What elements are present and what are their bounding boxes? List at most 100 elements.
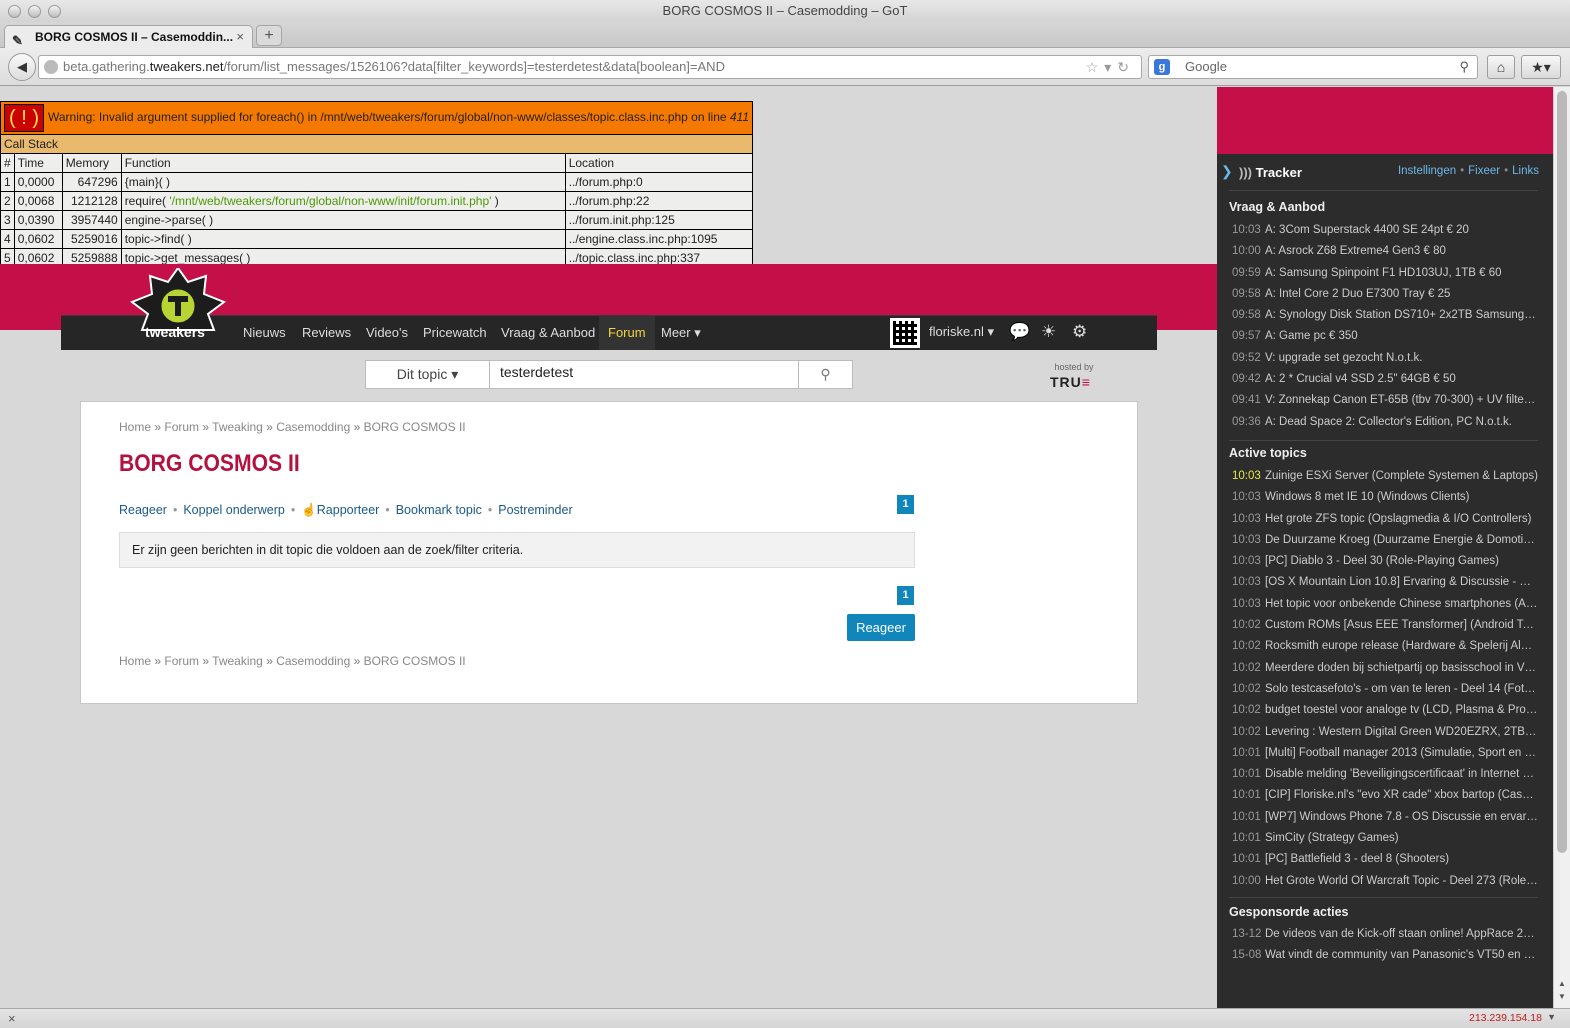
links-link[interactable]: Links bbox=[1512, 165, 1539, 177]
scroll-down-icon[interactable]: ▼ bbox=[1558, 992, 1566, 1001]
tracker-item[interactable]: 10:03 [OS X Mountain Lion 10.8] Ervaring … bbox=[1232, 572, 1538, 593]
google-icon[interactable]: g bbox=[1154, 59, 1170, 75]
bookmark-star-icon[interactable]: ☆▾↻ bbox=[1086, 56, 1135, 78]
close-icon[interactable]: × bbox=[8, 1011, 16, 1026]
tracker-item[interactable]: 10:01 [PC] Battlefield 3 - deel 8 (Shoote… bbox=[1232, 849, 1538, 870]
tracker-item[interactable]: 10:02 Rocksmith europe release (Hardware … bbox=[1232, 636, 1538, 657]
page-number-top[interactable]: 1 bbox=[897, 495, 914, 514]
zoom-window-button[interactable] bbox=[48, 5, 61, 18]
home-button[interactable]: ⌂ bbox=[1487, 55, 1515, 79]
tracker-item[interactable]: 09:58 A: Synology Disk Station DS710+ 2x2… bbox=[1232, 305, 1538, 326]
bookmark-topic-link[interactable]: Bookmark topic bbox=[396, 503, 482, 517]
scroll-thumb[interactable] bbox=[1557, 91, 1567, 853]
breadcrumb-home[interactable]: Home bbox=[119, 420, 151, 434]
tracker-item[interactable]: 09:52 V: upgrade set gezocht N.o.t.k. bbox=[1232, 348, 1538, 369]
tab-close-icon[interactable]: × bbox=[236, 26, 244, 48]
nav-vraag-aanbod[interactable]: Vraag & Aanbod bbox=[492, 316, 604, 350]
search-scope-select[interactable]: Dit topic ▾ bbox=[365, 360, 490, 389]
postreminder-link[interactable]: Postreminder bbox=[498, 503, 572, 517]
fixeer-link[interactable]: Fixeer bbox=[1468, 165, 1500, 177]
back-button[interactable]: ◀ bbox=[8, 53, 36, 81]
table-row: 2 0,0068 1212128 require( '/mnt/web/twea… bbox=[0, 191, 754, 211]
tracker-item[interactable]: 10:01 Disable melding 'Beveiligingscertif… bbox=[1232, 764, 1538, 785]
true-logo[interactable]: TRU≡ bbox=[1050, 374, 1091, 390]
breadcrumb-topic[interactable]: BORG COSMOS II bbox=[364, 420, 466, 434]
tracker-item[interactable]: 10:02 Levering : Western Digital Green WD… bbox=[1232, 722, 1538, 743]
user-menu[interactable]: floriske.nl ▾ bbox=[929, 324, 994, 340]
site-identity-icon[interactable] bbox=[44, 60, 58, 74]
tracker-item[interactable]: 10:03 A: 3Com Superstack 4400 SE 24pt € 2… bbox=[1232, 220, 1538, 241]
tracker-item[interactable]: 10:03 [PC] Diablo 3 - Deel 30 (Role-Playi… bbox=[1232, 551, 1538, 572]
tracker-item-text: [OS X Mountain Lion 10.8] Ervaring & Dis… bbox=[1265, 576, 1538, 589]
qr-code-icon[interactable] bbox=[890, 318, 920, 348]
tracker-item[interactable]: 10:00 Het Grote World Of Warcraft Topic -… bbox=[1232, 871, 1538, 892]
tracker-item[interactable]: 10:01 [CIP] Floriske.nl's "evo XR cade" x… bbox=[1232, 785, 1538, 806]
tracker-item[interactable]: 10:02 budget toestel voor analoge tv (LCD… bbox=[1232, 700, 1538, 721]
tracker-item[interactable]: 09:58 A: Intel Core 2 Duo E7300 Tray € 25 bbox=[1232, 284, 1538, 305]
tracker-item[interactable]: 09:57 A: Game pc € 350 bbox=[1232, 326, 1538, 347]
tracker-item[interactable]: 09:36 A: Dead Space 2: Collector's Editio… bbox=[1232, 412, 1538, 433]
tracker-item[interactable]: 10:00 A: Asrock Z68 Extreme4 Gen3 € 80 bbox=[1232, 241, 1538, 262]
close-window-button[interactable] bbox=[8, 5, 21, 18]
tracker-item[interactable]: 10:01 [Multi] Football manager 2013 (Simu… bbox=[1232, 743, 1538, 764]
tracker-item[interactable]: 10:01 [WP7] Windows Phone 7.8 - OS Discus… bbox=[1232, 807, 1538, 828]
nav-videos[interactable]: Video's bbox=[357, 316, 417, 350]
tracker-item[interactable]: 10:02 Custom ROMs [Asus EEE Transformer] … bbox=[1232, 615, 1538, 636]
tracker-item[interactable]: 13-12 De videos van de Kick-off staan onl… bbox=[1232, 924, 1538, 945]
new-tab-button[interactable]: + bbox=[256, 25, 282, 46]
tracker-item[interactable]: 10:02 Solo testcasefoto's - om van te ler… bbox=[1232, 679, 1538, 700]
reageer-button[interactable]: Reageer bbox=[847, 614, 915, 641]
tracker-item-time: 09:42 bbox=[1232, 373, 1261, 386]
tab-active[interactable]: ✎ BORG COSMOS II – Casemoddin... × bbox=[4, 25, 253, 49]
site-search-button[interactable]: ⚲ bbox=[798, 360, 853, 389]
breadcrumb-bottom: Home » Forum » Tweaking » Casemodding » … bbox=[119, 654, 466, 668]
breadcrumb-tweaking[interactable]: Tweaking bbox=[212, 654, 263, 668]
tracker-item[interactable]: 10:03 Zuinige ESXi Server (Complete Syste… bbox=[1232, 466, 1538, 487]
koppel-onderwerp-link[interactable]: Koppel onderwerp bbox=[183, 503, 284, 517]
tracker-item-text: A: 3Com Superstack 4400 SE 24pt € 20 bbox=[1265, 224, 1469, 236]
nav-pricewatch[interactable]: Pricewatch bbox=[414, 316, 496, 350]
tracker-item[interactable]: 15-08 Wat vindt de community van Panasoni… bbox=[1232, 945, 1538, 966]
breadcrumb-topic[interactable]: BORG COSMOS II bbox=[364, 654, 466, 668]
gear-icon[interactable]: ⚙ bbox=[1072, 322, 1087, 342]
search-bar[interactable]: g Google ⚲ bbox=[1148, 55, 1478, 79]
nav-reviews[interactable]: Reviews bbox=[293, 316, 360, 350]
tracker-item[interactable]: 10:03 Het topic voor onbekende Chinese sm… bbox=[1232, 594, 1538, 615]
tracker-item[interactable]: 10:03 De Duurzame Kroeg (Duurzame Energie… bbox=[1232, 530, 1538, 551]
breadcrumb-home[interactable]: Home bbox=[119, 654, 151, 668]
magnifier-icon[interactable]: ⚲ bbox=[1459, 56, 1469, 78]
brightness-icon[interactable]: ☀ bbox=[1041, 322, 1056, 342]
nav-forum[interactable]: Forum bbox=[599, 316, 655, 350]
tracker-item[interactable]: 10:03 Windows 8 met IE 10 (Windows Client… bbox=[1232, 487, 1538, 508]
page-number-bottom[interactable]: 1 bbox=[897, 586, 914, 605]
section-title: Active topics bbox=[1229, 446, 1307, 460]
breadcrumb-forum[interactable]: Forum bbox=[164, 654, 199, 668]
site-search-input[interactable]: testerdetest bbox=[489, 360, 799, 389]
breadcrumb-tweaking[interactable]: Tweaking bbox=[212, 420, 263, 434]
instellingen-link[interactable]: Instellingen bbox=[1398, 165, 1456, 177]
breadcrumb-casemodding[interactable]: Casemodding bbox=[276, 420, 350, 434]
minimize-window-button[interactable] bbox=[28, 5, 41, 18]
nav-nieuws[interactable]: Nieuws bbox=[234, 316, 295, 350]
tracker-item[interactable]: 09:41 V: Zonnekap Canon ET-65B (tbv 70-30… bbox=[1232, 390, 1538, 411]
tracker-item[interactable]: 09:42 A: 2 * Crucial v4 SSD 2.5" 64GB € 5… bbox=[1232, 369, 1538, 390]
tracker-item-text: [PC] Battlefield 3 - deel 8 (Shooters) bbox=[1265, 853, 1450, 866]
breadcrumb-forum[interactable]: Forum bbox=[164, 420, 199, 434]
bookmarks-button[interactable]: ★▾ bbox=[1521, 55, 1561, 79]
reageer-link[interactable]: Reageer bbox=[119, 503, 167, 517]
collapse-chevron-icon[interactable]: ❯ bbox=[1221, 163, 1233, 180]
breadcrumb-casemodding[interactable]: Casemodding bbox=[276, 654, 350, 668]
cell: 2 bbox=[0, 191, 15, 211]
nav-meer[interactable]: Meer ▾ bbox=[652, 316, 710, 350]
url-bar[interactable]: beta.gathering.tweakers.net/forum/list_m… bbox=[38, 55, 1142, 79]
cell: 3957440 bbox=[61, 210, 122, 230]
tracker-item[interactable]: 09:59 A: Samsung Spinpoint F1 HD103UJ, 1T… bbox=[1232, 263, 1538, 284]
chat-icon[interactable]: 💬 bbox=[1009, 322, 1030, 342]
rapporteer-link[interactable]: Rapporteer bbox=[317, 503, 380, 517]
scroll-up-icon[interactable]: ▲ bbox=[1558, 979, 1566, 988]
chevron-down-icon[interactable]: ▼ bbox=[1547, 1012, 1556, 1022]
tracker-item[interactable]: 10:03 Het grote ZFS topic (Opslagmedia & … bbox=[1232, 509, 1538, 530]
scrollbar[interactable]: ▲ ▲ ▼ bbox=[1553, 87, 1570, 1008]
tracker-item[interactable]: 10:01 SimCity (Strategy Games) bbox=[1232, 828, 1538, 849]
tracker-item[interactable]: 10:02 Meerdere doden bij schietpartij op … bbox=[1232, 658, 1538, 679]
